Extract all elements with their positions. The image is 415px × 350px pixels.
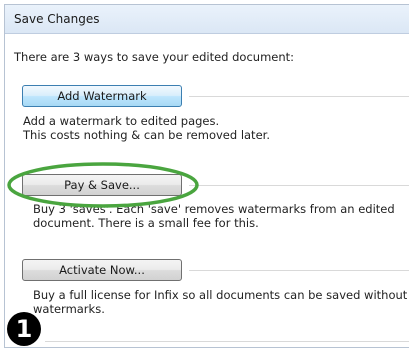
separator-pay-and-save: [189, 185, 409, 186]
pay-and-save-description-line1: Buy 3 'saves'. Each 'save' removes water…: [33, 202, 395, 216]
step-number-badge: 1: [7, 312, 41, 346]
dialog-title: Save Changes: [14, 12, 100, 26]
add-watermark-description-line1: Add a watermark to edited pages.: [23, 114, 220, 128]
separator-activate-now: [189, 270, 409, 271]
add-watermark-button[interactable]: Add Watermark: [22, 85, 182, 107]
pay-and-save-description-line2: document. There is a small fee for this.: [33, 216, 259, 230]
bottom-separator: [45, 341, 409, 342]
pay-and-save-button[interactable]: Pay & Save...: [22, 174, 182, 196]
separator-add-watermark: [189, 96, 409, 97]
add-watermark-description-line2: This costs nothing & can be removed late…: [23, 128, 270, 142]
intro-text: There are 3 ways to save your edited doc…: [14, 50, 295, 64]
activate-now-description-line1: Buy a full license for Infix so all docu…: [33, 288, 408, 302]
dialog-title-bar: Save Changes: [5, 5, 409, 34]
activate-now-description-line2: watermarks.: [33, 302, 105, 316]
activate-now-button[interactable]: Activate Now...: [22, 259, 182, 281]
save-changes-dialog: Save Changes There are 3 ways to save yo…: [4, 4, 409, 348]
